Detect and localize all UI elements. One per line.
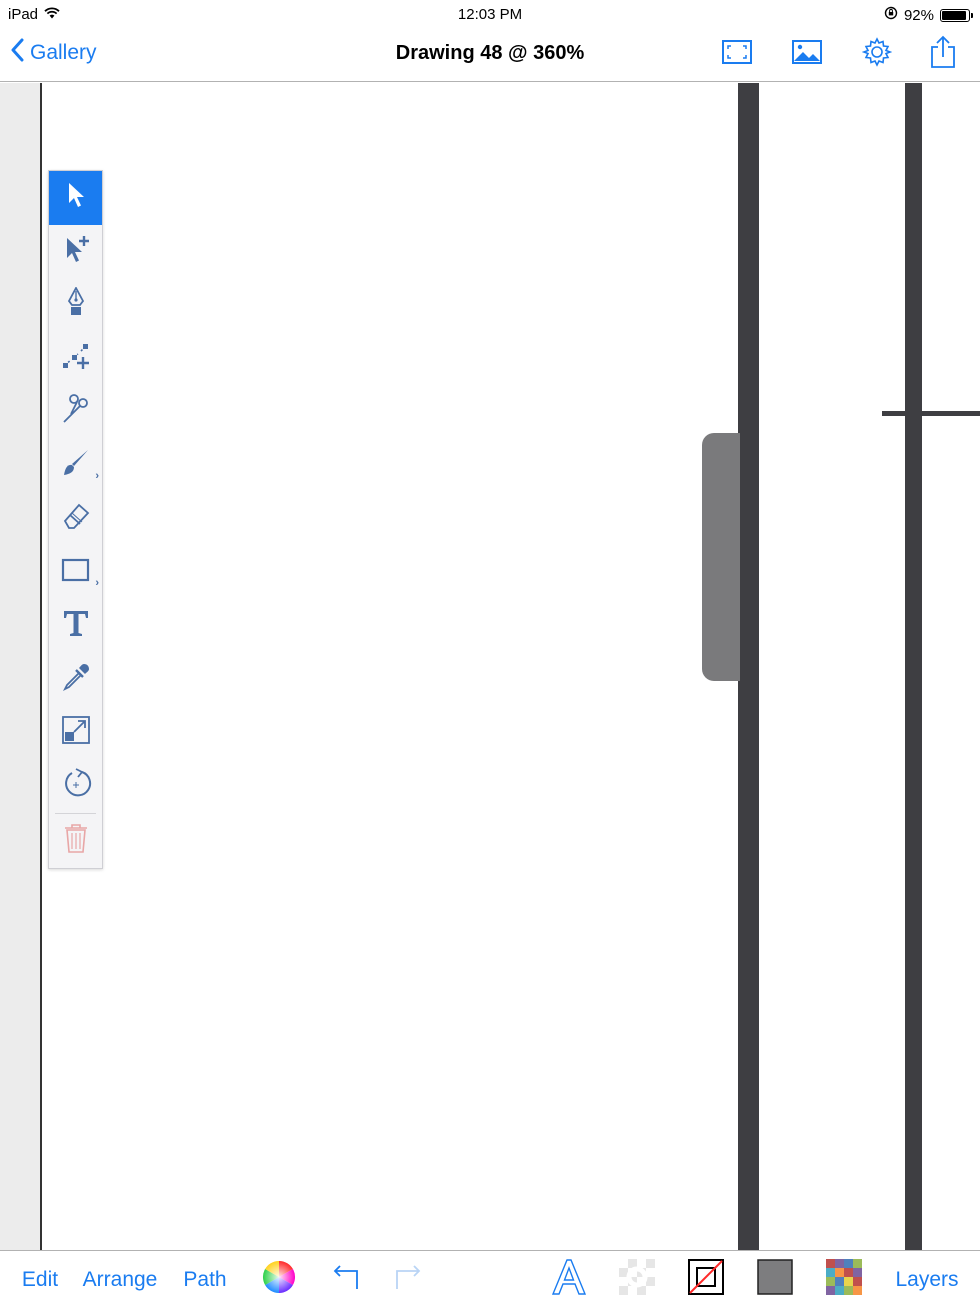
rotate-tool[interactable] bbox=[49, 760, 102, 814]
eraser-tool[interactable] bbox=[49, 492, 102, 546]
shape-tool[interactable]: › bbox=[49, 546, 102, 600]
status-time: 12:03 PM bbox=[457, 6, 523, 23]
pen-nib-icon bbox=[66, 286, 86, 322]
settings-button[interactable] bbox=[857, 34, 897, 74]
page-title: Drawing 48 @ 360% bbox=[395, 42, 585, 64]
delete-tool[interactable] bbox=[49, 814, 102, 868]
redo-button[interactable] bbox=[389, 1251, 429, 1307]
text-style-button[interactable] bbox=[548, 1251, 590, 1307]
rotate-icon bbox=[60, 767, 92, 805]
scissors-tool[interactable] bbox=[49, 385, 102, 439]
rectangle-icon bbox=[61, 557, 91, 588]
battery-icon bbox=[940, 8, 973, 22]
color-wheel-button[interactable] bbox=[259, 1251, 299, 1307]
drawing-shape-bar[interactable] bbox=[905, 83, 922, 1250]
subselect-tool[interactable] bbox=[49, 225, 102, 279]
redo-icon bbox=[394, 1262, 424, 1297]
swatches-button[interactable] bbox=[823, 1251, 865, 1307]
text-t-icon bbox=[61, 608, 91, 643]
text-tool[interactable] bbox=[49, 599, 102, 653]
fill-color-button[interactable] bbox=[754, 1251, 796, 1307]
gear-icon bbox=[861, 36, 893, 72]
path-button[interactable]: Path bbox=[176, 1251, 234, 1307]
share-icon bbox=[930, 35, 956, 74]
node-plus-icon bbox=[61, 341, 91, 376]
swatch-grid-icon bbox=[826, 1259, 862, 1300]
eyedropper-tool[interactable] bbox=[49, 653, 102, 707]
brush-tool[interactable]: › bbox=[49, 439, 102, 493]
add-anchor-tool[interactable] bbox=[49, 332, 102, 386]
canvas-margin bbox=[0, 83, 42, 1250]
pen-tool[interactable] bbox=[49, 278, 102, 332]
drawer-handle[interactable] bbox=[702, 433, 740, 681]
battery-percent: 92% bbox=[903, 6, 934, 24]
fill-swatch-icon bbox=[757, 1259, 793, 1300]
rotation-lock-icon bbox=[884, 6, 898, 24]
trash-icon bbox=[63, 822, 89, 859]
tool-palette: › › bbox=[48, 170, 103, 869]
scale-icon bbox=[61, 715, 91, 750]
nav-bar: Gallery Drawing 48 @ 360% bbox=[0, 28, 980, 82]
drawing-shape-line[interactable] bbox=[882, 411, 980, 416]
eraser-icon bbox=[61, 501, 91, 536]
color-wheel-icon bbox=[262, 1260, 296, 1299]
bottom-toolbar: Edit Arrange Path Layers bbox=[0, 1250, 980, 1307]
font-a-icon bbox=[551, 1258, 587, 1301]
battery-fill bbox=[942, 10, 966, 20]
image-icon bbox=[792, 39, 822, 69]
more-options-icon: › bbox=[95, 470, 99, 482]
opacity-button[interactable] bbox=[616, 1251, 658, 1307]
undo-button[interactable] bbox=[325, 1251, 365, 1307]
opacity-checker-icon bbox=[619, 1259, 655, 1300]
edit-button[interactable]: Edit bbox=[14, 1251, 66, 1307]
drawing-shape-bar[interactable] bbox=[738, 83, 759, 1250]
status-right: 92% bbox=[884, 6, 973, 24]
scale-tool[interactable] bbox=[49, 706, 102, 760]
arrow-plus-icon bbox=[61, 234, 91, 269]
eyedropper-icon bbox=[61, 662, 91, 697]
undo-icon bbox=[330, 1262, 360, 1297]
drawing-canvas[interactable] bbox=[0, 83, 980, 1250]
select-tool[interactable] bbox=[49, 171, 102, 225]
insert-image-button[interactable] bbox=[787, 34, 827, 74]
status-bar: iPad 12:03 PM 92% bbox=[0, 0, 980, 28]
more-options-icon: › bbox=[95, 577, 99, 589]
scissors-icon bbox=[61, 394, 91, 429]
share-button[interactable] bbox=[923, 34, 963, 74]
fullscreen-button[interactable] bbox=[717, 34, 757, 74]
layers-button[interactable]: Layers bbox=[888, 1251, 966, 1307]
brush-icon bbox=[61, 448, 91, 483]
stroke-color-button[interactable] bbox=[685, 1251, 727, 1307]
arrow-cursor-icon bbox=[65, 181, 87, 214]
stroke-none-swatch-icon bbox=[688, 1259, 724, 1300]
fullscreen-icon bbox=[722, 39, 752, 69]
arrange-button[interactable]: Arrange bbox=[78, 1251, 162, 1307]
